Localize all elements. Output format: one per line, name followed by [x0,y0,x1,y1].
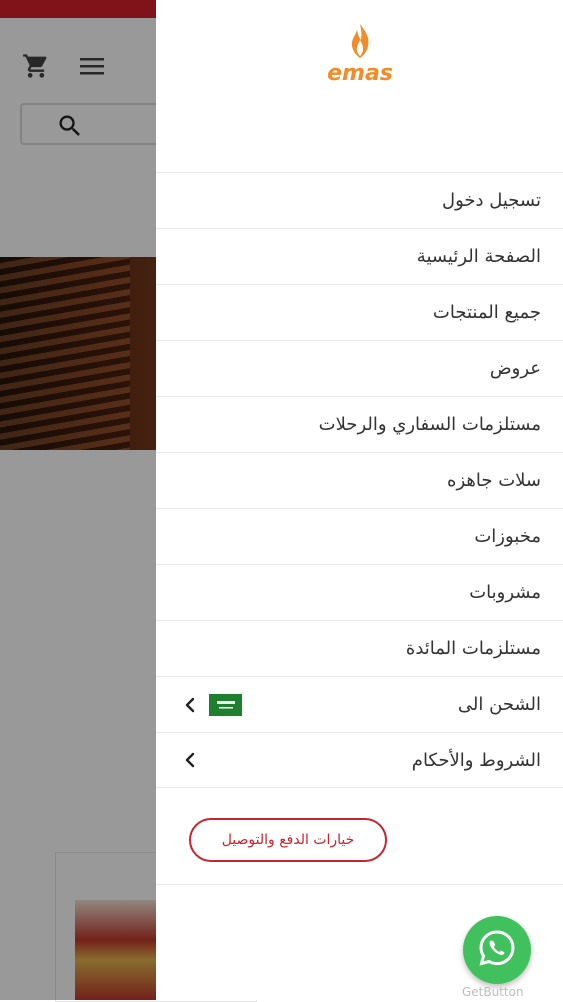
payment-button-label: خيارات الدفع والتوصيل [221,832,355,848]
saudi-flag-icon [209,693,242,716]
menu-item-login[interactable]: تسجيل دخول [156,172,563,228]
menu-item-bakery[interactable]: مخبوزات [156,508,563,564]
menu-item-offers[interactable]: عروض [156,340,563,396]
menu-item-label: عروض [489,358,541,379]
divider [156,884,563,885]
menu-item-label: سلات جاهزه [447,470,541,491]
getbutton-label[interactable]: GetButton [462,985,524,999]
menu-item-table-supplies[interactable]: مستلزمات المائدة [156,620,563,676]
chevron-left-icon [184,697,196,713]
menu-item-drinks[interactable]: مشروبات [156,564,563,620]
menu-item-label: الشحن الى [457,694,541,715]
menu-item-label: مستلزمات السفاري والرحلات [318,414,541,435]
menu-item-label: مشروبات [469,582,541,603]
menu-item-label: مستلزمات المائدة [405,638,541,659]
logo-text: emas [327,61,393,86]
menu-item-all-products[interactable]: جميع المنتجات [156,284,563,340]
menu-item-label: الشروط والأحكام [411,749,541,771]
menu-item-safari-supplies[interactable]: مستلزمات السفاري والرحلات [156,396,563,452]
menu-item-ready-baskets[interactable]: سلات جاهزه [156,452,563,508]
menu-item-label: مخبوزات [474,526,541,547]
emas-logo: emas [320,18,400,88]
menu-item-label: تسجيل دخول [442,190,541,211]
menu-item-home[interactable]: الصفحة الرئيسية [156,228,563,284]
menu-item-terms[interactable]: الشروط والأحكام [156,732,563,788]
menu-item-label: الصفحة الرئيسية [416,246,541,267]
chevron-left-icon [184,752,196,768]
menu-item-shipping-to[interactable]: الشحن الى [156,676,563,732]
whatsapp-icon [477,928,517,972]
side-drawer: emas تسجيل دخول الصفحة الرئيسية جميع الم… [156,0,563,1000]
whatsapp-button[interactable] [463,916,531,984]
payment-delivery-options-button[interactable]: خيارات الدفع والتوصيل [189,818,387,862]
menu-item-label: جميع المنتجات [432,302,541,323]
menu-list: تسجيل دخول الصفحة الرئيسية جميع المنتجات… [156,172,563,788]
